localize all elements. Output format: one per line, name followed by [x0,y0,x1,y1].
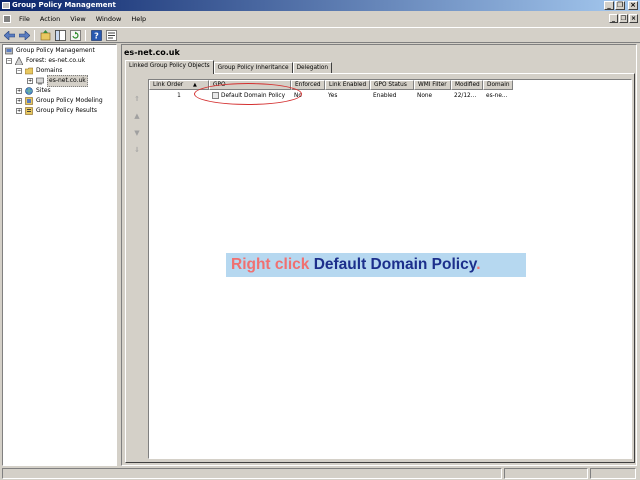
close-button[interactable]: × [628,1,638,10]
page-title: es-net.co.uk [124,48,180,57]
minimize-button[interactable]: _ [604,1,614,10]
expand-icon[interactable]: + [16,108,22,114]
help-icon[interactable]: ? [90,29,102,41]
mdi-close-button[interactable]: × [629,14,638,23]
status-cell-3 [590,468,636,479]
move-down-icon[interactable]: ▼ [132,128,142,138]
window-title: Group Policy Management [12,1,116,9]
expand-icon[interactable]: + [27,78,33,84]
tab-strip: Linked Group Policy Objects Group Policy… [125,60,333,74]
toolbar: ? [0,27,640,43]
callout-action: Right click [231,256,310,273]
column-header-wmi-filter[interactable]: WMI Filter [414,80,451,90]
move-bottom-icon[interactable]: ⇓ [132,145,142,155]
app-icon [2,2,10,9]
cell-domain: es-ne... [486,93,508,99]
tree-item-root[interactable]: Group Policy Management [5,46,95,56]
up-icon[interactable] [39,29,51,41]
tree-item-domain[interactable]: + es-net.co.uk [27,75,88,87]
tree-label: Group Policy Results [36,107,98,114]
tree-label: Forest: es-net.co.uk [26,57,86,64]
window-controls: _ ❐ × [604,1,638,10]
cell-modified: 22/12... [454,93,477,99]
mdi-window-icon[interactable] [3,15,11,23]
link-order-tools: ⇑ ▲ ▼ ⇓ [132,94,142,162]
back-icon[interactable] [3,29,15,41]
show-hide-tree-icon[interactable] [54,29,66,41]
folder-icon [24,67,34,75]
status-cell-2 [504,468,588,479]
console-tree: Group Policy Management − Forest: es-net… [2,44,117,466]
mdi-restore-button[interactable]: ❐ [619,14,628,23]
domain-icon [36,77,44,85]
column-header-gpo-status[interactable]: GPO Status [370,80,414,90]
cell-wmi-filter: None [417,93,433,99]
menu-file[interactable]: File [14,12,35,26]
properties-icon[interactable] [105,29,117,41]
expand-icon[interactable]: + [16,98,22,104]
menu-window[interactable]: Window [91,12,127,26]
toolbar-separator [34,29,35,41]
menu-action[interactable]: Action [35,12,65,26]
tree-label: es-net.co.uk [47,75,88,87]
sites-icon [25,87,33,95]
tree-label: Group Policy Management [16,47,95,54]
results-icon [25,107,33,115]
status-cell-main [2,468,502,479]
tree-label: Group Policy Modeling [36,97,103,104]
move-top-icon[interactable]: ⇑ [132,94,142,104]
column-header-domain[interactable]: Domain [483,80,513,90]
tree-item-forest[interactable]: − Forest: es-net.co.uk [6,56,85,66]
status-bar [0,467,640,480]
forest-icon [14,56,24,66]
menu-help[interactable]: Help [126,12,151,26]
menu-bar: File Action View Window Help _ ❐ × [0,12,640,26]
instruction-callout: Right click Default Domain Policy. [226,253,526,277]
expand-icon[interactable]: + [16,88,22,94]
collapse-icon[interactable]: − [6,58,12,64]
callout-end: . [476,256,481,273]
collapse-icon[interactable]: − [16,68,22,74]
tab-linked-gpos[interactable]: Linked Group Policy Objects [125,60,214,74]
move-up-icon[interactable]: ▲ [132,111,142,121]
modeling-icon [25,97,33,105]
column-header-modified[interactable]: Modified [451,80,483,90]
mdi-minimize-button[interactable]: _ [609,14,618,23]
tree-item-modeling[interactable]: + Group Policy Modeling [16,96,103,106]
cell-link-enabled: Yes [328,93,338,99]
tree-item-results[interactable]: + Group Policy Results [16,106,97,116]
sort-ascending-icon: ▲ [193,82,197,88]
mdi-controls: _ ❐ × [609,14,638,23]
toolbar-separator [85,29,86,41]
cell-gpo-status: Enabled [373,93,397,99]
tree-item-sites[interactable]: + Sites [16,86,51,96]
menu-view[interactable]: View [65,12,90,26]
gpmc-icon [5,47,13,55]
window-titlebar: Group Policy Management _ ❐ × [0,0,640,11]
svg-text:?: ? [94,31,99,40]
restore-button[interactable]: ❐ [615,1,625,10]
highlight-ellipse [194,83,302,105]
callout-target: Default Domain Policy [313,256,477,273]
forward-icon[interactable] [18,29,30,41]
refresh-icon[interactable] [69,29,81,41]
tree-label: Sites [36,87,51,94]
column-header-link-enabled[interactable]: Link Enabled [325,80,370,90]
